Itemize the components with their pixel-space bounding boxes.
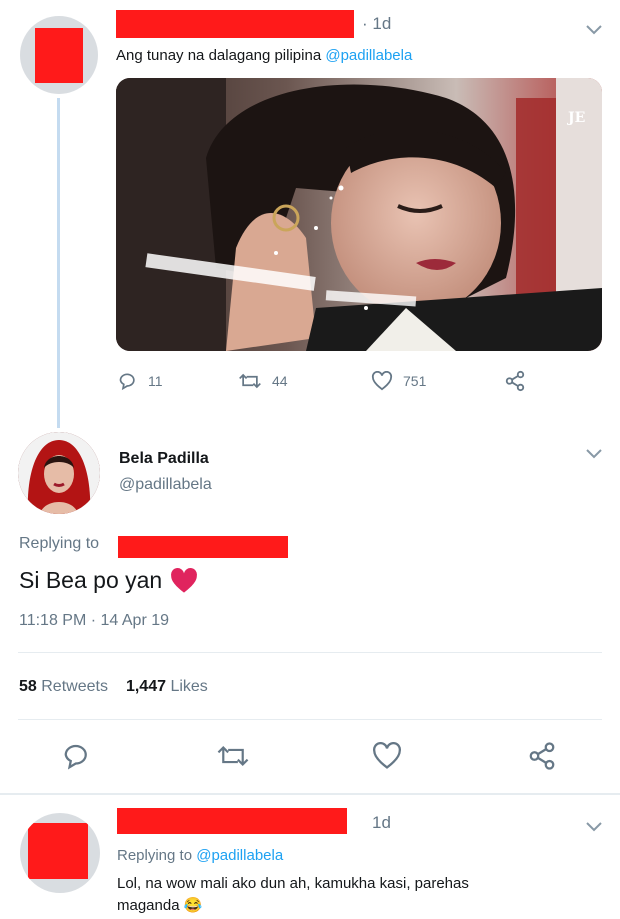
- redacted-username: [116, 10, 354, 38]
- redacted-mention: [118, 536, 288, 558]
- like-count: 751: [403, 373, 427, 389]
- tweet-text: Si Bea po yan: [19, 567, 198, 594]
- redacted-avatar: [35, 28, 83, 83]
- thread-line: [57, 98, 60, 428]
- profile-photo: [18, 432, 100, 514]
- reply-icon: [119, 373, 135, 391]
- photo-watermark: JE: [566, 110, 585, 126]
- avatar[interactable]: [18, 432, 100, 514]
- engagement-stats: 58 Retweets 1,447 Likes: [19, 678, 208, 696]
- redacted-avatar: [28, 823, 88, 879]
- share-button[interactable]: [504, 370, 526, 392]
- replying-to-label: Replying to: [19, 535, 100, 552]
- like-button[interactable]: 751: [371, 371, 504, 391]
- heart-icon: [371, 371, 393, 391]
- timestamp[interactable]: 11:18 PM · 14 Apr 19: [19, 612, 169, 630]
- retweet-icon: [239, 373, 261, 389]
- retweet-icon[interactable]: [216, 742, 250, 770]
- redacted-username: [117, 808, 347, 834]
- chevron-down-icon[interactable]: [585, 821, 603, 833]
- chevron-down-icon[interactable]: [585, 448, 603, 460]
- reply-icon[interactable]: [62, 741, 92, 771]
- red-heart-icon: [171, 567, 198, 593]
- mention-link[interactable]: @padillabela: [196, 847, 283, 864]
- divider: [18, 719, 602, 720]
- avatar[interactable]: [20, 16, 98, 94]
- handle[interactable]: @padillabela: [119, 476, 212, 494]
- photo-illustration: JE: [116, 78, 602, 351]
- tweet-text: Ang tunay na dalagang pilipina @padillab…: [116, 47, 413, 64]
- share-icon: [505, 370, 525, 392]
- retweet-count: 44: [272, 373, 288, 389]
- avatar[interactable]: [20, 813, 100, 893]
- reply-button[interactable]: 11: [118, 371, 238, 391]
- display-name[interactable]: Bela Padilla: [119, 450, 209, 468]
- like-stat[interactable]: 1,447 Likes: [126, 678, 208, 696]
- section-divider: [0, 793, 620, 795]
- reply-count: 11: [148, 373, 163, 389]
- share-icon[interactable]: [527, 741, 557, 771]
- heart-icon[interactable]: [371, 742, 403, 770]
- retweet-stat[interactable]: 58 Retweets: [19, 678, 108, 696]
- replying-to: Replying to @padillabela: [117, 847, 284, 864]
- mention-link[interactable]: @padillabela: [325, 47, 412, 64]
- tweet-text: Lol, na wow mali ako dun ah, kamukha kas…: [117, 875, 469, 914]
- tweet-time: 1d: [372, 813, 391, 832]
- chevron-down-icon[interactable]: [585, 24, 603, 36]
- divider: [18, 652, 602, 653]
- tweet-actions: 11 44 751: [118, 370, 538, 392]
- retweet-button[interactable]: 44: [238, 371, 371, 391]
- tweet-photo[interactable]: JE: [116, 78, 602, 351]
- tweet-time: · 1d: [362, 14, 392, 33]
